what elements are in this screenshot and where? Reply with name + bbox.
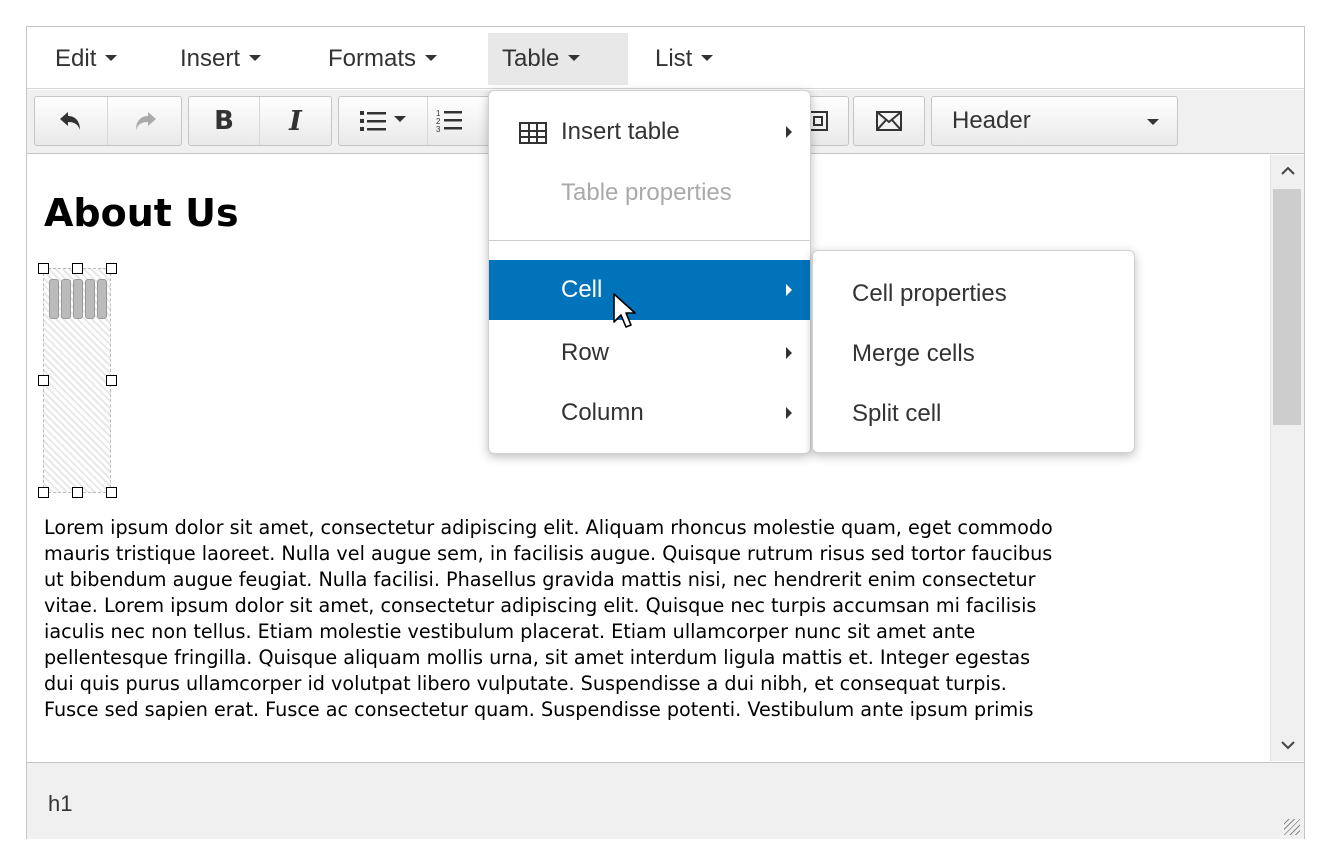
menu-formats[interactable]: Formats [314, 33, 451, 85]
menu-table-label: Table [502, 45, 560, 72]
bold-label: B [214, 106, 234, 136]
italic-button[interactable]: I [260, 97, 331, 145]
mouse-pointer-icon [613, 293, 636, 328]
menu-item-table-properties[interactable]: Table properties [489, 163, 810, 223]
table-menu-dropdown: Insert table Table properties Cell Row C… [488, 90, 811, 454]
format-group: B I [188, 96, 332, 146]
numbered-list-button[interactable]: 123 [427, 97, 489, 145]
menubar: Edit Insert Formats Table List [27, 27, 1304, 89]
menu-insert-label: Insert [180, 45, 241, 72]
numbered-list-icon: 123 [436, 109, 462, 134]
undo-button[interactable] [35, 97, 108, 145]
menu-list-label: List [655, 45, 693, 72]
italic-label: I [289, 105, 302, 137]
chevron-right-icon [786, 126, 792, 138]
table-cells [49, 279, 107, 319]
resize-handle[interactable] [106, 375, 117, 386]
menu-edit[interactable]: Edit [41, 33, 131, 85]
redo-button[interactable] [108, 97, 181, 145]
caret-down-icon [568, 54, 581, 61]
menu-item-label: Cell [561, 276, 603, 303]
undo-icon [60, 112, 80, 130]
menu-item-split-cell[interactable]: Split cell [813, 384, 1134, 444]
cell-submenu: Cell properties Merge cells Split cell [812, 250, 1135, 453]
menu-separator [489, 240, 810, 241]
menu-formats-label: Formats [328, 45, 417, 72]
statusbar: h1 [27, 762, 1304, 839]
resize-handle[interactable] [72, 263, 83, 274]
history-group [34, 96, 182, 146]
scrollbar-thumb[interactable] [1273, 189, 1301, 425]
menu-item-label: Table properties [561, 179, 732, 206]
chevron-right-icon [786, 347, 792, 359]
resize-handle[interactable] [38, 375, 49, 386]
selected-table[interactable] [43, 268, 111, 493]
menu-insert[interactable]: Insert [166, 33, 275, 85]
vertical-scrollbar[interactable] [1270, 155, 1304, 761]
menu-item-column[interactable]: Column [489, 383, 810, 443]
caret-down-icon [105, 54, 118, 61]
menu-item-cell-properties[interactable]: Cell properties [813, 264, 1134, 324]
resize-handle[interactable] [106, 263, 117, 274]
bullet-list-icon [359, 111, 386, 131]
block-format-value: Header [952, 107, 1031, 134]
caret-down-icon [249, 54, 262, 61]
menu-item-label: Cell properties [852, 280, 1007, 307]
redo-icon [135, 112, 156, 130]
scroll-up-button[interactable] [1271, 155, 1305, 187]
chevron-right-icon [786, 407, 792, 419]
chevron-down-icon [1281, 741, 1295, 750]
menu-item-row[interactable]: Row [489, 323, 810, 383]
table-icon [519, 122, 547, 144]
resize-handle[interactable] [72, 487, 83, 498]
bullet-list-button[interactable] [339, 97, 428, 145]
body-paragraph: Lorem ipsum dolor sit amet, consectetur … [44, 516, 1053, 721]
envelope-icon [876, 111, 902, 131]
menu-item-label: Merge cells [852, 340, 975, 367]
menu-item-merge-cells[interactable]: Merge cells [813, 324, 1134, 384]
page-heading: About Us [44, 191, 239, 235]
menu-item-insert-table[interactable]: Insert table [489, 102, 810, 162]
svg-text:3: 3 [436, 125, 441, 134]
chevron-up-icon [1281, 166, 1295, 175]
menu-item-label: Split cell [852, 400, 942, 427]
resize-grip-icon[interactable] [1284, 819, 1300, 835]
resize-handle[interactable] [38, 263, 49, 274]
menu-item-label: Insert table [561, 118, 680, 145]
menu-item-label: Column [561, 399, 644, 426]
email-button[interactable] [854, 97, 924, 145]
scroll-down-button[interactable] [1271, 729, 1305, 761]
menu-edit-label: Edit [55, 45, 97, 72]
menu-item-cell[interactable]: Cell [489, 260, 810, 320]
caret-down-icon [701, 54, 714, 61]
email-group [853, 96, 925, 146]
menu-list[interactable]: List [641, 33, 727, 85]
bold-button[interactable]: B [189, 97, 260, 145]
resize-handle[interactable] [106, 487, 117, 498]
caret-down-icon [425, 54, 438, 61]
caret-down-icon [1147, 119, 1159, 125]
caret-down-icon [393, 116, 406, 122]
menu-table[interactable]: Table [488, 33, 628, 85]
menu-item-label: Row [561, 339, 610, 366]
block-format-select[interactable]: Header [931, 96, 1178, 146]
resize-handle[interactable] [38, 487, 49, 498]
chevron-right-icon [786, 284, 792, 296]
element-path[interactable]: h1 [48, 791, 72, 817]
list-group: 123 [338, 96, 490, 146]
